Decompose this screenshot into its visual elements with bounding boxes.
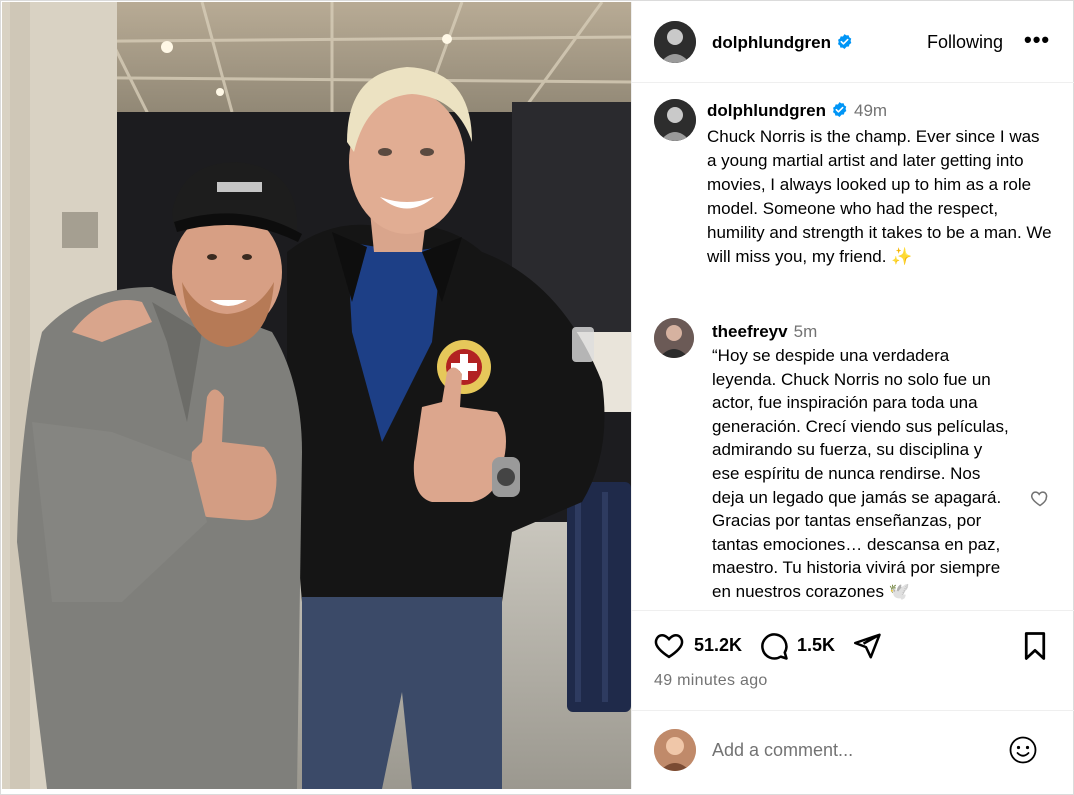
author-username-row[interactable]: dolphlundgren [712,33,853,53]
comment-username[interactable]: theefreyv [712,322,788,341]
comments-count[interactable]: 1.5K [797,635,835,656]
comment-input[interactable] [712,737,992,763]
comment-text: “Hoy se despide una verdadera leyenda. C… [712,346,1009,601]
post-photo[interactable] [2,2,631,789]
comments-list[interactable]: dolphlundgren 49m Chuck Norris is the ch… [632,84,1074,610]
caption-author-avatar[interactable] [654,99,696,141]
paper-plane-icon[interactable] [852,631,882,661]
posted-time[interactable]: 49 minutes ago [654,672,768,690]
post-header: dolphlundgren Following ••• [632,2,1074,83]
comment-timestamp[interactable]: 5m [794,322,818,341]
speech-bubble-icon[interactable] [759,631,789,661]
likes-count[interactable]: 51.2K [694,635,742,656]
verified-badge-icon [836,33,853,50]
commenter-avatar[interactable] [654,318,694,358]
caption-timestamp[interactable]: 49m [854,101,887,120]
following-button[interactable]: Following [927,32,1003,53]
sparkle-emoji: ✨ [891,247,913,266]
author-avatar-image [654,21,696,63]
commenter-avatar-image [654,318,694,358]
viewer-avatar-image [654,729,696,771]
viewer-avatar [654,729,696,771]
verified-badge-icon [831,101,848,118]
caption-body: Chuck Norris is the champ. Ever since I … [707,127,1052,266]
instagram-post-modal: dolphlundgren Following ••• dolphlundgre… [0,0,1074,795]
heart-icon[interactable] [654,631,684,659]
author-avatar[interactable] [654,21,696,63]
caption-username[interactable]: dolphlundgren [707,101,826,120]
post-actions-bar: 51.2K 1.5K 49 minutes ago [632,610,1074,710]
photo-illustration [2,2,631,789]
comment-heart-icon[interactable] [1030,488,1050,508]
bookmark-icon[interactable] [1022,631,1048,661]
caption-text: Chuck Norris is the champ. Ever since I … [707,125,1052,269]
caption-meta: dolphlundgren 49m [707,101,887,121]
comment-meta: theefreyv 5m [712,322,817,342]
caption-avatar-image [654,99,696,141]
author-username[interactable]: dolphlundgren [712,33,831,52]
add-comment-bar [632,710,1074,789]
post-details-panel: dolphlundgren Following ••• dolphlundgre… [631,2,1074,789]
smiley-icon[interactable] [1008,735,1038,765]
ellipsis-icon[interactable]: ••• [1024,29,1050,51]
